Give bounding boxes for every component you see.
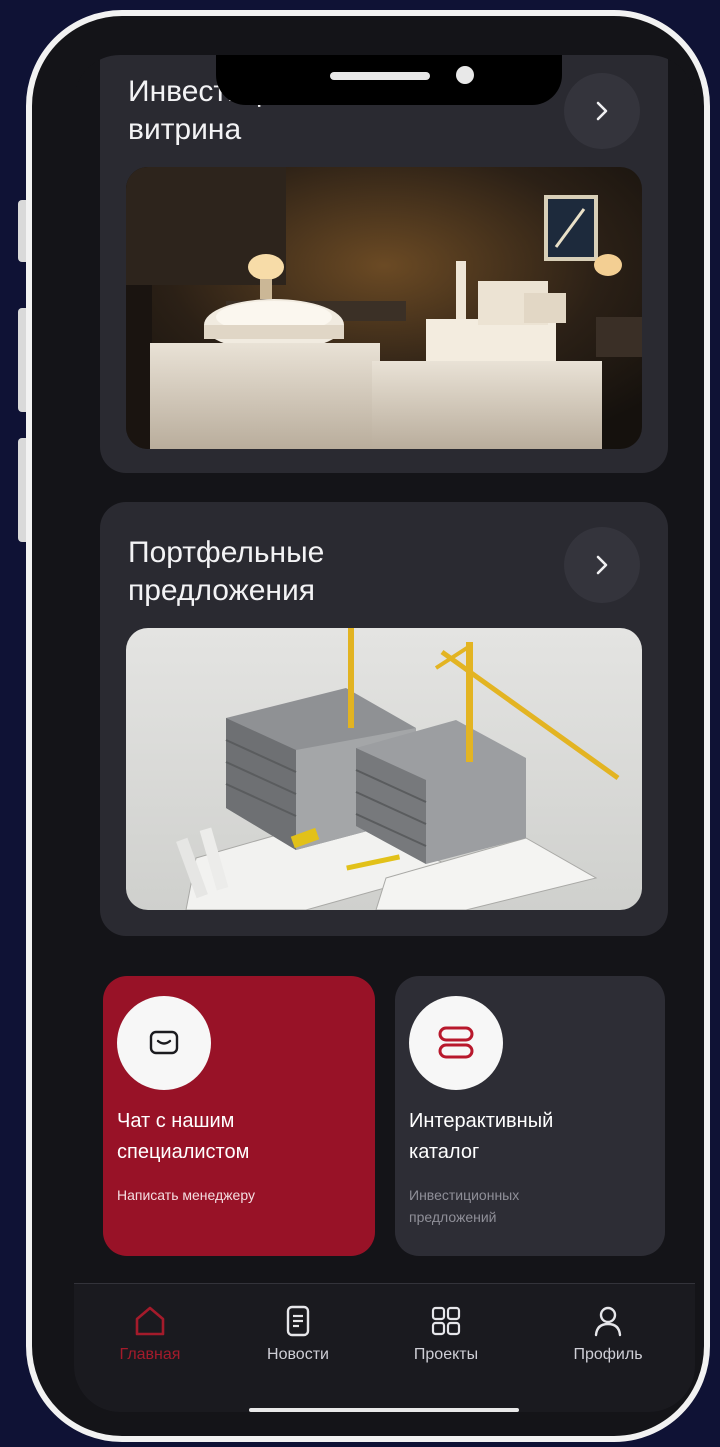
catalog-icon-circle — [409, 996, 503, 1090]
showcase-card[interactable]: Инвестиционная витрина — [100, 55, 668, 473]
nav-item-home[interactable]: Главная — [90, 1304, 210, 1364]
home-indicator — [249, 1408, 519, 1412]
nav-item-projects[interactable]: Проекты — [386, 1304, 506, 1364]
nav-item-profile[interactable]: Профиль — [548, 1304, 668, 1364]
grid-icon — [431, 1306, 461, 1336]
catalog-tile[interactable]: Интерактивный каталог Инвестиционных пре… — [395, 976, 665, 1256]
construction-illustration — [126, 628, 642, 910]
nav-label-profile: Профиль — [573, 1346, 643, 1363]
portfolio-open-button[interactable] — [564, 527, 640, 603]
news-icon — [286, 1305, 310, 1337]
portfolio-image — [126, 628, 642, 910]
page: Инвестиционная витрина — [0, 0, 720, 1447]
profile-icon — [594, 1306, 622, 1337]
chevron-right-icon — [596, 101, 608, 121]
showcase-image — [126, 167, 642, 449]
showcase-open-button[interactable] — [564, 73, 640, 149]
gallery-illustration — [126, 167, 642, 449]
nav-item-news[interactable]: Новости — [238, 1304, 358, 1364]
catalog-icon — [438, 1026, 474, 1059]
nav-label-home: Главная — [119, 1346, 181, 1363]
front-camera — [456, 66, 474, 84]
catalog-title: Интерактивный каталог — [409, 1110, 554, 1163]
message-icon — [149, 1030, 179, 1055]
portfolio-title: Портфельные предложения — [128, 536, 325, 607]
catalog-subtitle: Инвестиционных предложений — [409, 1187, 520, 1225]
nav-label-projects: Проекты — [413, 1346, 479, 1363]
chat-tile[interactable]: Чат с нашим специалистом Написать менедж… — [103, 976, 375, 1256]
nav-label-news: Новости — [267, 1346, 329, 1363]
home-icon — [135, 1306, 165, 1336]
chat-icon-circle — [117, 996, 211, 1090]
phone-notch — [216, 55, 562, 105]
chevron-right-icon — [596, 555, 608, 575]
speaker-grille — [330, 72, 430, 80]
bottom-navigation: Главная Новости Проекты Профиль — [74, 1283, 695, 1412]
chat-subtitle: Написать менеджеру — [117, 1187, 255, 1203]
portfolio-card[interactable]: Портфельные предложения — [100, 502, 668, 936]
chat-title: Чат с нашим специалистом — [117, 1110, 250, 1163]
app-screen: Инвестиционная витрина — [74, 55, 695, 1412]
